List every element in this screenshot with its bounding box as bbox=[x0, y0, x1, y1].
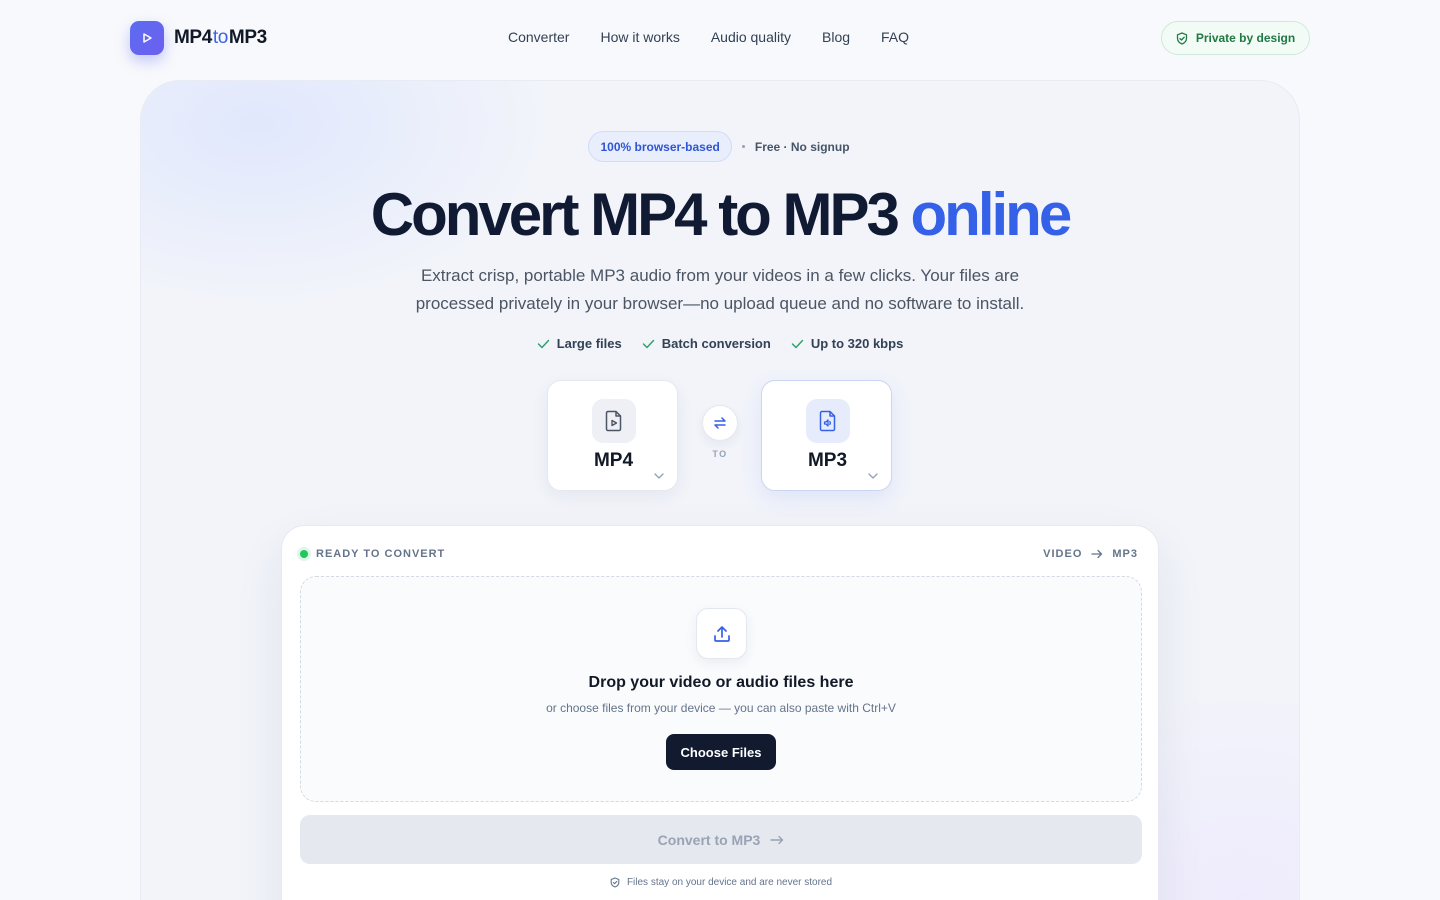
swap-formats-button[interactable] bbox=[702, 405, 738, 441]
source-format-label: MP4 bbox=[593, 450, 634, 471]
play-icon bbox=[130, 21, 164, 55]
shield-icon bbox=[610, 877, 620, 888]
source-format-select[interactable]: MP4 bbox=[547, 380, 678, 491]
footnote-text: Files stay on your device and are never … bbox=[626, 877, 833, 888]
feature-label: Up to 320 kbps bbox=[810, 336, 904, 351]
status-dot bbox=[300, 550, 308, 558]
converter-card: READY TO CONVERT VIDEO MP3 Drop your vid… bbox=[281, 525, 1159, 900]
feature-item: Batch conversion bbox=[642, 336, 771, 351]
logo-prefix: MP4 bbox=[174, 27, 212, 48]
subtitle-line-1: Extract crisp, portable MP3 audio from y… bbox=[420, 266, 1020, 285]
target-format-select[interactable]: MP3 bbox=[761, 380, 892, 491]
check-icon bbox=[791, 339, 804, 348]
nav-link-how-it-works[interactable]: How it works bbox=[600, 29, 679, 45]
feature-item: Up to 320 kbps bbox=[791, 336, 903, 351]
private-badge[interactable]: Private by design bbox=[1161, 21, 1310, 55]
status-indicator: READY TO CONVERT bbox=[300, 548, 445, 560]
hero-tagline: 100% browser-based Free · No signup bbox=[0, 131, 1440, 162]
privacy-footnote: Files stay on your device and are never … bbox=[282, 877, 1160, 888]
page-title: Convert MP4 to MP3 online bbox=[0, 180, 1440, 250]
dropzone-title: Drop your video or audio files here bbox=[588, 674, 854, 691]
site-header: MP4toMP3 Converter How it works Audio qu… bbox=[0, 0, 1440, 78]
nav-link-converter[interactable]: Converter bbox=[508, 29, 569, 45]
shield-check-icon bbox=[1176, 31, 1187, 45]
dropzone-subtitle: or choose files from your device — you c… bbox=[546, 701, 896, 715]
check-icon bbox=[537, 339, 549, 348]
chevron-down-icon bbox=[654, 473, 664, 479]
logo-middle: to bbox=[212, 27, 228, 48]
audio-file-icon bbox=[806, 399, 850, 443]
browser-based-pill: 100% browser-based bbox=[588, 131, 732, 162]
route-to: MP3 bbox=[1112, 548, 1138, 560]
feature-list: Large files Batch conversion Up to 320 k… bbox=[0, 336, 1440, 351]
route-from: VIDEO bbox=[1043, 548, 1083, 560]
logo[interactable]: MP4toMP3 bbox=[130, 21, 267, 55]
feature-label: Batch conversion bbox=[661, 336, 771, 351]
nav-link-faq[interactable]: FAQ bbox=[881, 29, 909, 45]
title-accent: online bbox=[910, 181, 1073, 248]
hero-subtitle: Extract crisp, portable MP3 audio from y… bbox=[370, 262, 1070, 318]
main-nav: Converter How it works Audio quality Blo… bbox=[508, 29, 940, 45]
private-badge-label: Private by design bbox=[1195, 31, 1296, 45]
convert-button-label: Convert to MP3 bbox=[657, 831, 761, 848]
feature-label: Large files bbox=[556, 336, 622, 351]
nav-link-blog[interactable]: Blog bbox=[822, 29, 850, 45]
feature-item: Large files bbox=[537, 336, 622, 351]
target-format-label: MP3 bbox=[807, 450, 848, 471]
logo-text: MP4toMP3 bbox=[174, 27, 267, 49]
status-label: READY TO CONVERT bbox=[316, 548, 446, 560]
logo-suffix: MP3 bbox=[228, 27, 267, 48]
conversion-route: VIDEO MP3 bbox=[1043, 548, 1138, 560]
separator-dot bbox=[741, 145, 745, 148]
upload-icon bbox=[696, 608, 747, 659]
free-no-signup-note: Free · No signup bbox=[754, 139, 850, 154]
swap-arrows-icon bbox=[714, 417, 726, 429]
title-main: Convert MP4 to MP3 bbox=[370, 181, 900, 248]
convert-button[interactable]: Convert to MP3 bbox=[300, 815, 1142, 864]
to-label: TO bbox=[712, 449, 728, 459]
arrow-right-icon bbox=[770, 835, 784, 844]
choose-files-button[interactable]: Choose Files bbox=[666, 734, 776, 770]
file-dropzone[interactable]: Drop your video or audio files here or c… bbox=[300, 576, 1142, 802]
video-file-icon bbox=[592, 399, 636, 443]
nav-link-audio-quality[interactable]: Audio quality bbox=[711, 29, 791, 45]
arrow-right-icon bbox=[1091, 549, 1103, 559]
chevron-down-icon bbox=[868, 473, 878, 479]
check-icon bbox=[642, 339, 654, 348]
subtitle-line-2: processed privately in your browser—no u… bbox=[415, 294, 1025, 313]
